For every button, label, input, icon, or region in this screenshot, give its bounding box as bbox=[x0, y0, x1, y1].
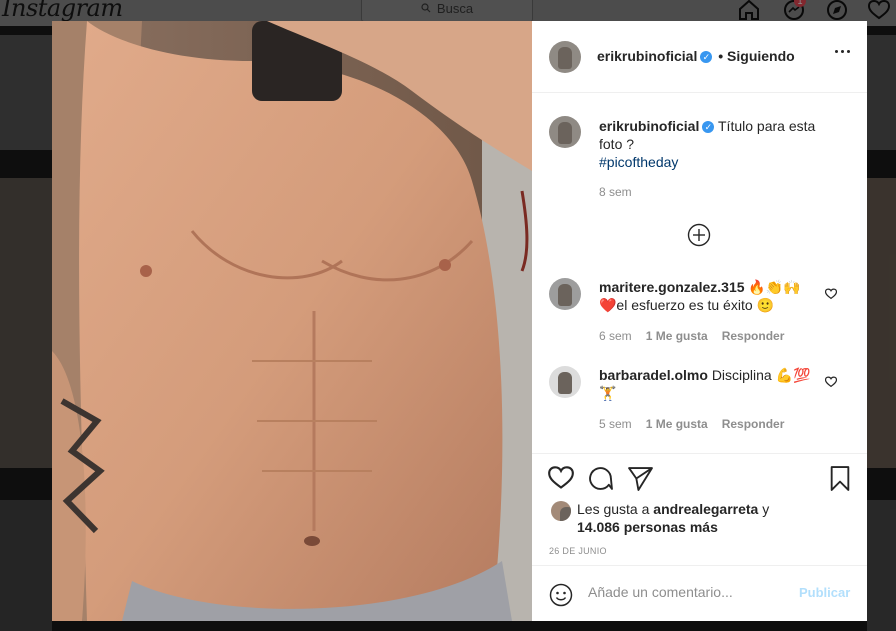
commenter-avatar[interactable] bbox=[549, 366, 581, 398]
send-icon[interactable] bbox=[628, 466, 653, 496]
likes-summary: Les gusta a andrealegarreta y 14.086 per… bbox=[577, 500, 852, 536]
follow-status[interactable]: • Siguiendo bbox=[718, 48, 794, 64]
caption-avatar[interactable] bbox=[549, 116, 581, 148]
comment-body: barbaradel.olmo Disciplina 💪💯 🏋 bbox=[599, 366, 814, 402]
post-photo[interactable] bbox=[52, 21, 532, 621]
author-line: erikrubinoficial ✓ • Siguiendo bbox=[597, 48, 795, 64]
post-detail-panel: erikrubinoficial ✓ • Siguiendo erikrubino… bbox=[532, 21, 867, 621]
liked-by-username[interactable]: andrealegarreta bbox=[653, 501, 758, 517]
comment-username[interactable]: barbaradel.olmo bbox=[599, 367, 708, 383]
likes-prefix: Les gusta a bbox=[577, 501, 650, 517]
plus-circle-icon[interactable] bbox=[687, 223, 711, 252]
comment-time: 5 sem bbox=[599, 417, 632, 431]
comment-input[interactable]: Añade un comentario... bbox=[588, 584, 733, 600]
heart-icon[interactable] bbox=[824, 287, 838, 300]
heart-icon[interactable] bbox=[548, 466, 574, 495]
liker-avatar[interactable] bbox=[551, 501, 571, 521]
verified-badge-icon: ✓ bbox=[700, 51, 713, 63]
bookmark-icon[interactable] bbox=[829, 466, 851, 496]
post-header: erikrubinoficial ✓ • Siguiendo bbox=[532, 21, 867, 93]
comment-likes[interactable]: 1 Me gusta bbox=[646, 417, 708, 431]
caption-username[interactable]: erikrubinoficial bbox=[599, 118, 699, 134]
publish-button[interactable]: Publicar bbox=[799, 585, 850, 600]
comment-username[interactable]: maritere.gonzalez.315 bbox=[599, 279, 745, 295]
comment-likes[interactable]: 1 Me gusta bbox=[646, 329, 708, 343]
hashtag-link[interactable]: #picoftheday bbox=[599, 154, 678, 170]
post-date: 26 DE JUNIO bbox=[549, 546, 607, 556]
heart-icon[interactable] bbox=[824, 375, 838, 388]
smiley-icon[interactable] bbox=[549, 583, 573, 612]
caption: erikrubinoficial ✓ Título para esta foto … bbox=[599, 117, 829, 171]
author-avatar[interactable] bbox=[549, 41, 581, 73]
comment-body: maritere.gonzalez.315 🔥👏🙌 ❤️el esfuerzo … bbox=[599, 278, 814, 314]
more-options-icon[interactable] bbox=[835, 50, 850, 53]
comment-icon[interactable] bbox=[588, 466, 613, 496]
verified-badge-icon: ✓ bbox=[702, 121, 715, 133]
comment-meta: 5 sem 1 Me gusta Responder bbox=[599, 417, 798, 431]
author-username[interactable]: erikrubinoficial bbox=[597, 48, 697, 64]
likes-others[interactable]: 14.086 personas más bbox=[577, 519, 718, 535]
commenter-avatar[interactable] bbox=[549, 278, 581, 310]
reply-button[interactable]: Responder bbox=[722, 329, 785, 343]
add-comment-bar: Añade un comentario... Publicar bbox=[532, 565, 867, 623]
likes-conjunction: y bbox=[762, 501, 770, 517]
comment-meta: 6 sem 1 Me gusta Responder bbox=[599, 329, 798, 343]
reply-button[interactable]: Responder bbox=[722, 417, 785, 431]
caption-time: 8 sem bbox=[599, 185, 632, 199]
post-actions: Les gusta a andrealegarreta y 14.086 per… bbox=[532, 453, 867, 622]
comment-time: 6 sem bbox=[599, 329, 632, 343]
